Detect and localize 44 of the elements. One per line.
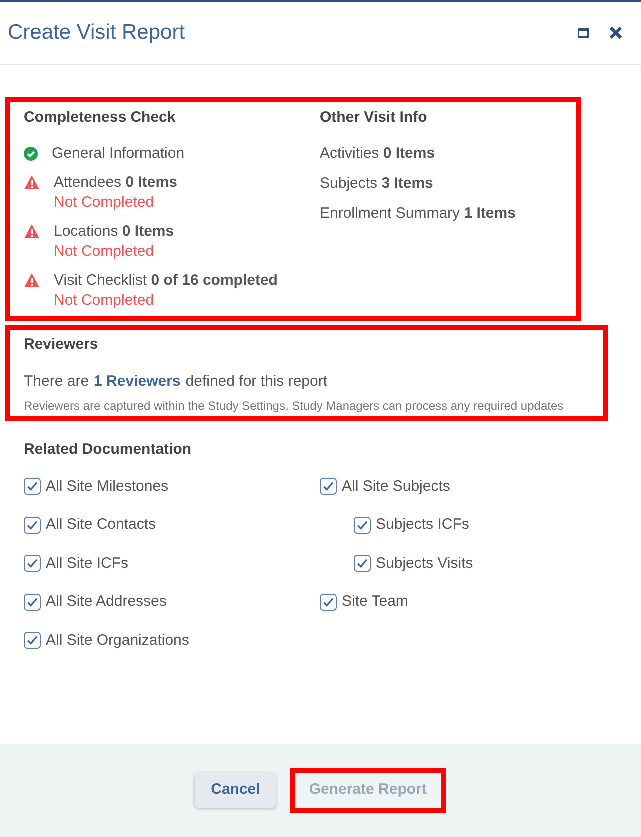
not-completed-status: Not Completed <box>54 242 156 262</box>
checkbox-label: All Site Addresses <box>46 592 167 612</box>
checkbox-label: Subjects ICFs <box>376 515 470 535</box>
check-item-label: General Information <box>52 144 185 164</box>
section-heading: Completeness Check <box>24 108 177 128</box>
checkbox[interactable] <box>24 478 41 496</box>
checkbox-label: All Site Subjects <box>342 476 450 496</box>
info-item: Activities 0 Items <box>320 144 436 164</box>
checkbox[interactable] <box>354 555 371 572</box>
reviewers-link[interactable]: 1 Reviewers <box>94 370 181 393</box>
check-item-label: Visit Checklist 0 of 16 completed <box>54 271 278 291</box>
checkbox-label: All Site Milestones <box>46 476 169 496</box>
reviewers-note: Reviewers are captured within the Study Settings, Study Managers can process any required updates <box>24 398 565 414</box>
warning-icon <box>24 273 40 288</box>
close-icon[interactable] <box>609 26 623 40</box>
checkbox[interactable] <box>354 516 371 534</box>
window-title: Create Visit Report <box>8 20 186 46</box>
warning-icon <box>24 224 40 239</box>
warning-icon <box>24 175 40 190</box>
checkbox-label: All Site ICFs <box>46 554 129 574</box>
checkbox[interactable] <box>320 478 337 496</box>
check-item-label: Locations 0 Items <box>54 222 174 242</box>
section-heading: Related Documentation <box>24 440 193 460</box>
cancel-button[interactable]: Cancel <box>195 773 276 808</box>
checkbox[interactable] <box>320 594 337 611</box>
checkbox[interactable] <box>24 632 41 650</box>
reviewers-text: defined for this report <box>186 372 328 392</box>
checkbox[interactable] <box>24 594 41 611</box>
checkbox-label: Subjects Visits <box>376 554 474 574</box>
reviewers-text: There are <box>24 372 90 392</box>
maximize-icon[interactable] <box>578 28 589 38</box>
checkbox[interactable] <box>24 516 41 534</box>
checkbox[interactable] <box>24 555 41 572</box>
checkbox-label: Site Team <box>342 592 408 612</box>
check-circle-icon <box>24 147 38 161</box>
checkbox-label: All Site Contacts <box>46 515 156 535</box>
checkbox-label: All Site Organizations <box>46 630 190 650</box>
section-heading: Reviewers <box>24 335 100 355</box>
info-item: Subjects 3 Items <box>320 174 434 194</box>
info-item: Enrollment Summary 1 Items <box>320 204 516 224</box>
check-item-label: Attendees 0 Items <box>54 173 178 193</box>
not-completed-status: Not Completed <box>54 291 156 311</box>
not-completed-status: Not Completed <box>54 193 156 213</box>
section-heading: Other Visit Info <box>320 108 428 128</box>
